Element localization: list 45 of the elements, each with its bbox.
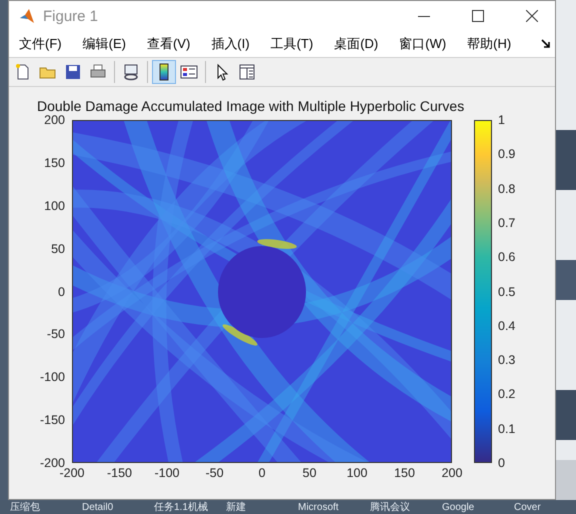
window-title: Figure 1 bbox=[43, 8, 100, 24]
colorbar-tick-label: 0.4 bbox=[498, 318, 516, 333]
y-tick-label: 200 bbox=[44, 113, 65, 127]
y-tick-label: 50 bbox=[51, 242, 65, 256]
taskbar-item[interactable]: 腾讯会议 bbox=[360, 500, 432, 514]
menu-item[interactable]: 查看(V) bbox=[142, 35, 194, 53]
taskbar-item[interactable]: Detail0 bbox=[72, 502, 144, 512]
y-tick-label: 0 bbox=[58, 284, 65, 298]
colorbar-tick-label: 0.9 bbox=[498, 147, 516, 162]
taskbar-item[interactable]: 任务1.1机械 bbox=[144, 500, 216, 514]
colorbar-tick-label: 1 bbox=[498, 113, 505, 127]
colorbar-tick-label: 0 bbox=[498, 456, 505, 470]
y-tick-label: -50 bbox=[46, 327, 65, 342]
colorbar-tick-label: 0.8 bbox=[498, 182, 516, 196]
y-tick-label: -150 bbox=[40, 413, 65, 428]
taskbar-item[interactable]: Google bbox=[432, 502, 504, 512]
menu-item[interactable]: 编辑(E) bbox=[78, 35, 130, 53]
menu-item[interactable]: 帮助(H) bbox=[463, 35, 516, 53]
y-tick-label: 150 bbox=[44, 156, 65, 170]
menu-item[interactable]: 插入(I) bbox=[207, 35, 254, 53]
menu-item[interactable]: 工具(T) bbox=[266, 35, 318, 53]
x-tick-label: 100 bbox=[346, 466, 368, 480]
taskbar-item[interactable]: 新建 bbox=[216, 500, 288, 514]
x-tick-label: -100 bbox=[154, 466, 180, 480]
menu-item[interactable]: 文件(F) bbox=[15, 35, 66, 53]
menu-item[interactable]: 窗口(W) bbox=[395, 35, 450, 53]
colorbar-tick-label: 0.6 bbox=[498, 250, 516, 264]
y-tick-label: 100 bbox=[44, 198, 65, 213]
x-tick-label: 50 bbox=[302, 466, 316, 480]
taskbar-item[interactable]: 压缩包 bbox=[0, 500, 72, 514]
x-tick-label: -50 bbox=[205, 466, 224, 480]
colorbar-tick-label: 0.3 bbox=[498, 353, 516, 368]
x-tick-label: 150 bbox=[394, 466, 415, 480]
taskbar-item[interactable]: Microsoft bbox=[288, 502, 360, 512]
plot-title: Double Damage Accumulated Image with Multiple Hyperbolic Curves bbox=[37, 98, 464, 114]
menu-item[interactable]: 桌面(D) bbox=[330, 35, 382, 53]
x-tick-label: 0 bbox=[258, 466, 266, 480]
colorbar-tick-label: 0.7 bbox=[498, 216, 516, 230]
colorbar-tick-label: 0.1 bbox=[498, 422, 516, 436]
y-tick-label: -100 bbox=[40, 370, 65, 384]
taskbar-item[interactable]: Cover bbox=[504, 502, 576, 512]
colorbar-tick-label: 0.2 bbox=[498, 387, 516, 402]
x-tick-label: 200 bbox=[442, 466, 462, 480]
x-tick-label: -150 bbox=[106, 466, 132, 480]
colorbar-tick-label: 0.5 bbox=[498, 284, 516, 298]
